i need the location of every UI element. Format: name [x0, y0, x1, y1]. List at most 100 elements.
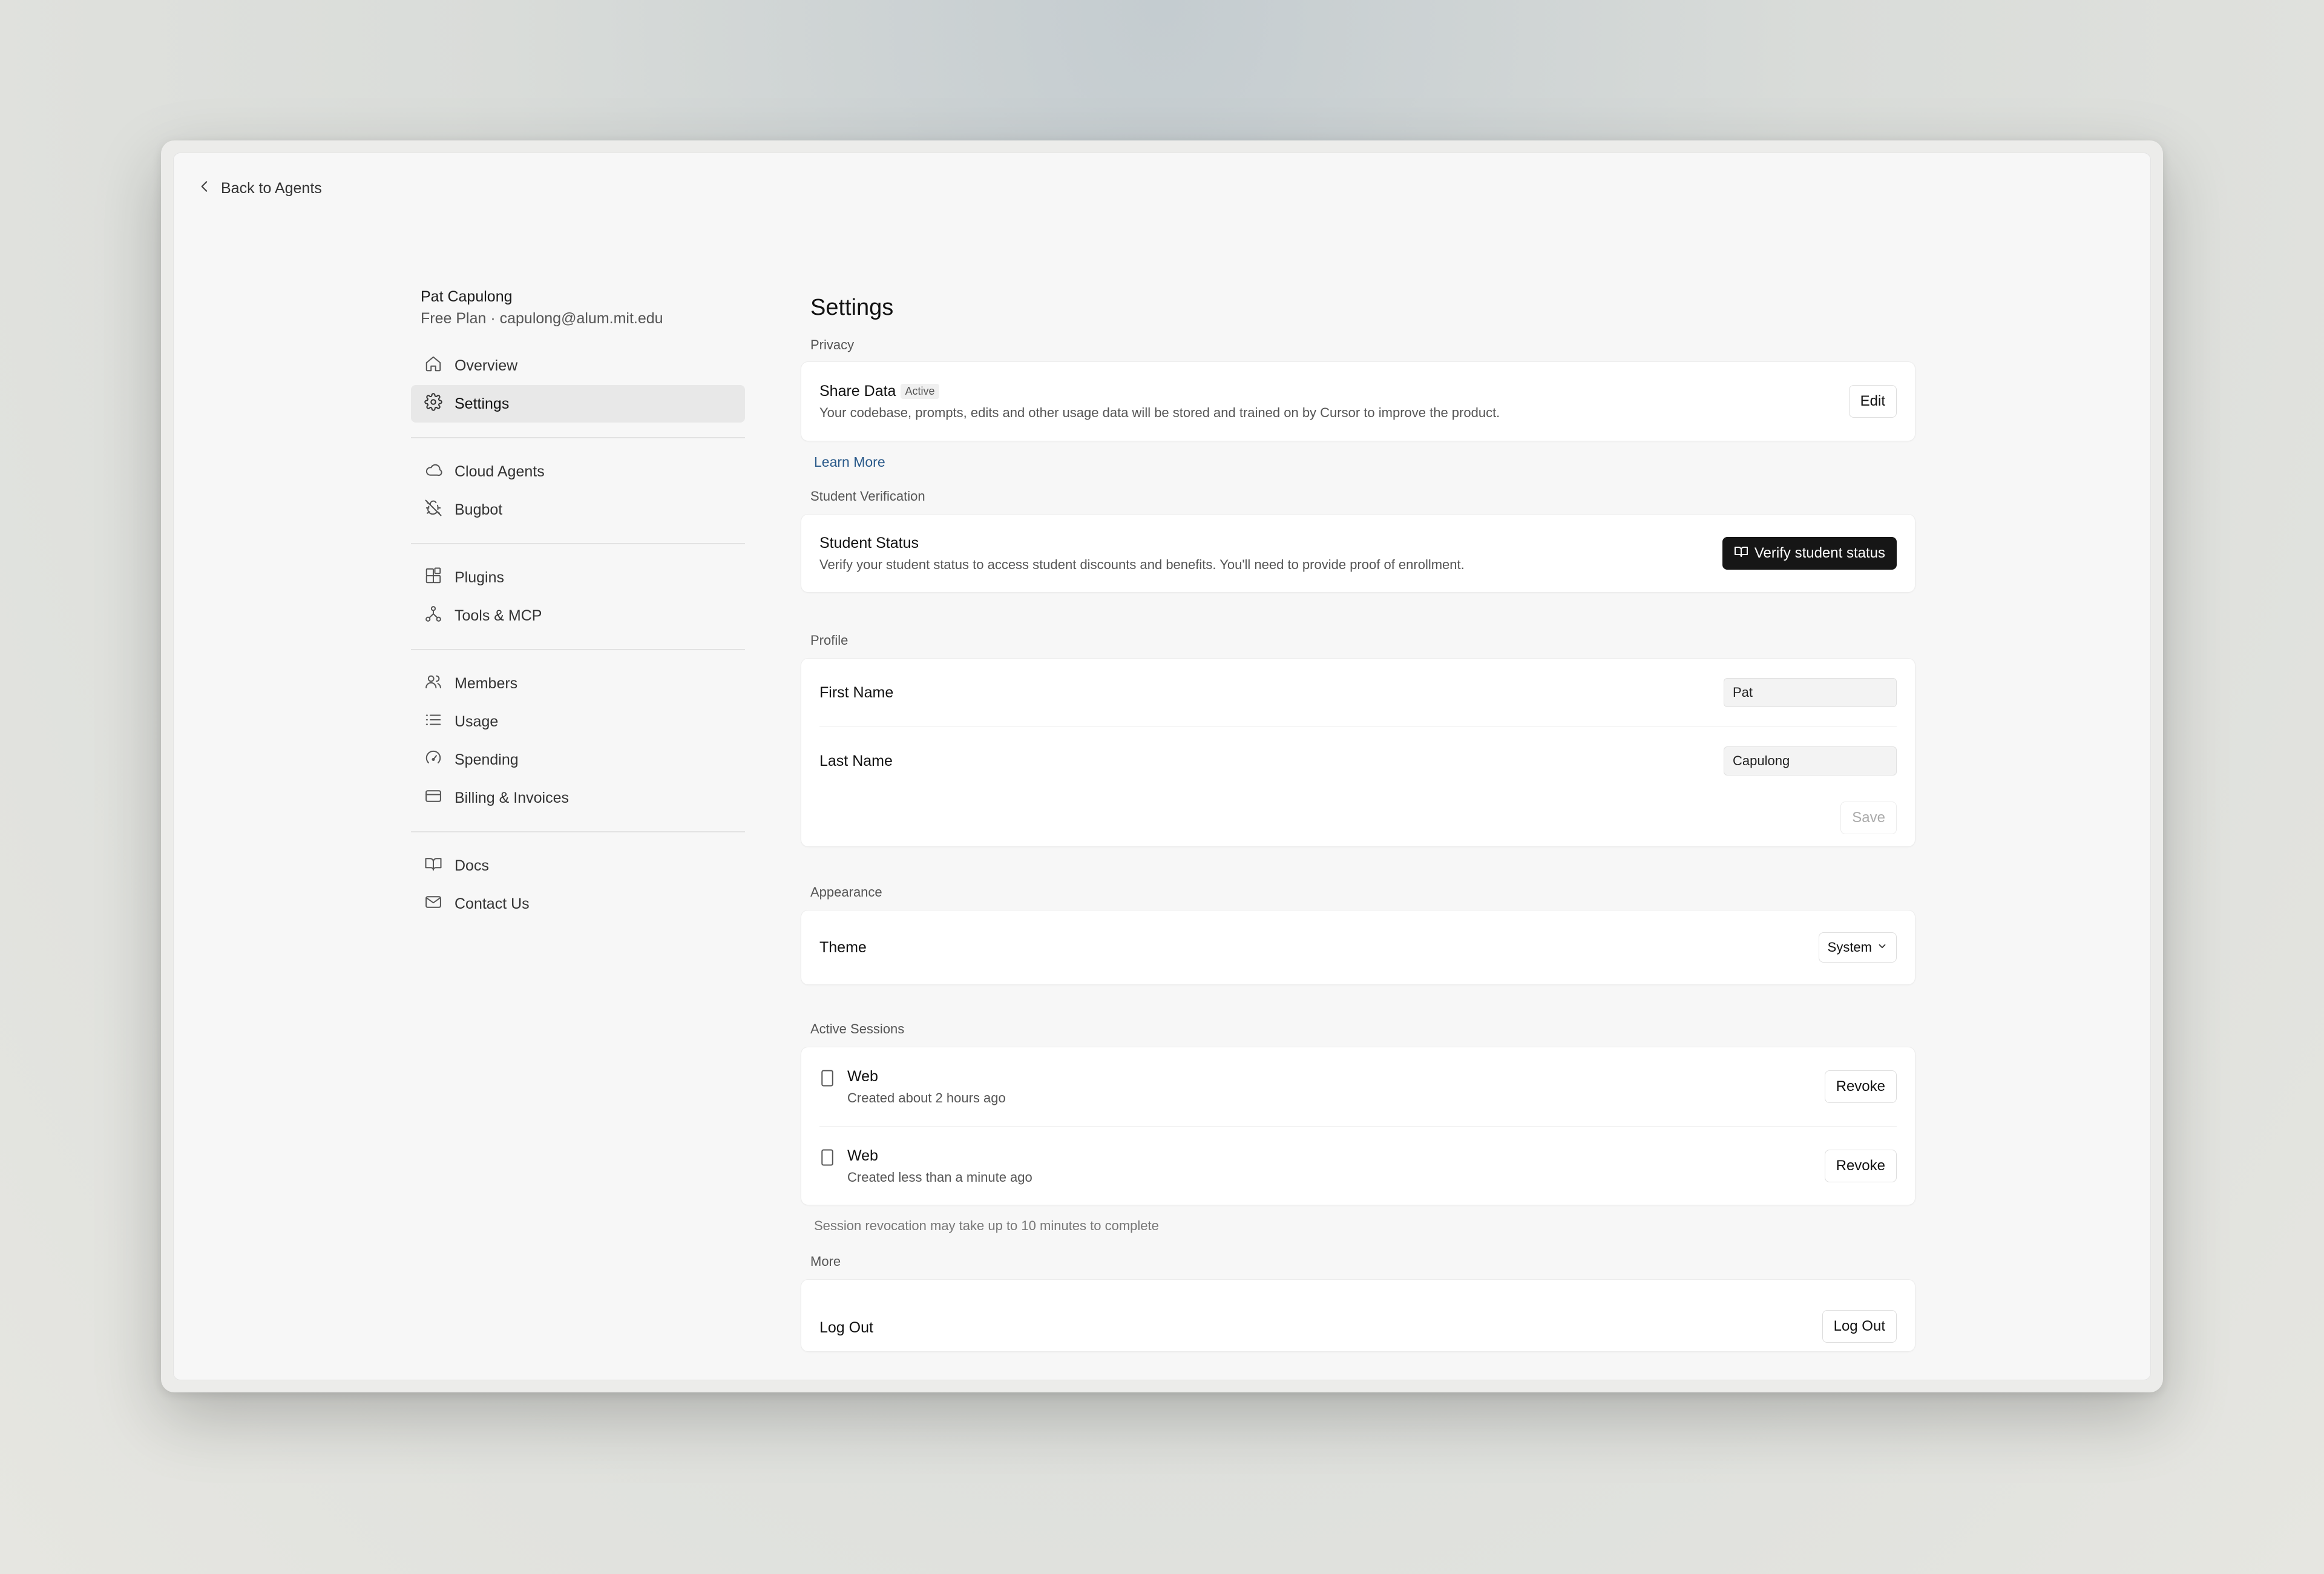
session-row: Web Created less than a minute ago Revok… [801, 1127, 1915, 1205]
session-name: Web [847, 1147, 878, 1164]
last-name-label: Last Name [819, 752, 893, 769]
first-name-input[interactable] [1724, 678, 1897, 707]
device-icon [819, 1068, 835, 1090]
cloud-icon [424, 461, 442, 483]
section-label-sessions: Active Sessions [810, 1021, 905, 1036]
gauge-icon [424, 749, 442, 771]
session-info: Web Created about 2 hours ago [819, 1068, 1006, 1106]
theme-row: Theme System [801, 910, 1915, 984]
sidebar-item-contact-us[interactable]: Contact Us [411, 885, 745, 923]
nav-group-help: Docs Contact Us [411, 847, 745, 923]
sidebar-item-tools-mcp[interactable]: Tools & MCP [411, 597, 745, 634]
sidebar-item-spending[interactable]: Spending [411, 741, 745, 779]
nav-divider [411, 437, 745, 438]
sidebar: Pat Capulong Free Plan · capulong@alum.m… [411, 286, 745, 923]
sidebar-item-usage[interactable]: Usage [411, 703, 745, 740]
credit-card-icon [424, 787, 442, 809]
session-info: Web Created less than a minute ago [819, 1147, 1032, 1185]
back-to-agents-link[interactable]: Back to Agents [197, 174, 322, 203]
section-label-student: Student Verification [810, 489, 925, 504]
blocks-icon [424, 567, 442, 589]
revoke-session-button[interactable]: Revoke [1824, 1070, 1897, 1103]
session-created: Created less than a minute ago [847, 1169, 1032, 1185]
sidebar-item-settings[interactable]: Settings [411, 385, 745, 423]
list-icon [424, 711, 442, 733]
session-name: Web [847, 1067, 878, 1085]
share-data-title-text: Share Data [819, 382, 896, 400]
chevron-left-icon [197, 179, 212, 199]
profile-card: First Name Last Name Save [801, 658, 1915, 847]
gear-icon [424, 392, 442, 415]
book-open-icon [1734, 544, 1748, 563]
verify-student-button[interactable]: Verify student status [1722, 537, 1897, 570]
nav-group-agents: Cloud Agents Bugbot [411, 453, 745, 529]
sidebar-item-docs[interactable]: Docs [411, 847, 745, 884]
revoke-session-button[interactable]: Revoke [1824, 1150, 1897, 1182]
sidebar-item-label: Settings [455, 395, 510, 412]
nav-group-billing: Members Usage Spending Billing & Invoice… [411, 665, 745, 817]
share-data-desc: Your codebase, prompts, edits and other … [819, 404, 1500, 420]
student-card: Student Status Verify your student statu… [801, 514, 1915, 593]
settings-window: Back to Agents Pat Capulong Free Plan · … [173, 153, 2151, 1380]
session-row: Web Created about 2 hours ago Revoke [801, 1047, 1915, 1126]
verify-student-label: Verify student status [1754, 545, 1885, 561]
nav-divider [411, 543, 745, 544]
sidebar-item-label: Bugbot [455, 501, 503, 518]
profile-actions-row: Save [801, 795, 1915, 841]
user-plan-email: Free Plan · capulong@alum.mit.edu [421, 310, 663, 327]
theme-select[interactable]: System [1818, 932, 1897, 963]
sidebar-item-label: Plugins [455, 568, 504, 586]
sidebar-item-label: Contact Us [455, 895, 530, 912]
mail-icon [424, 893, 442, 915]
last-name-input[interactable] [1724, 746, 1897, 775]
logout-button[interactable]: Log Out [1822, 1310, 1897, 1343]
section-label-more: More [810, 1254, 841, 1269]
save-button[interactable]: Save [1840, 802, 1897, 834]
nav-group-account: Overview Settings [411, 347, 745, 423]
settings-main: Settings Privacy Share Data Active Your c… [801, 286, 1915, 1352]
device-icon [819, 1147, 835, 1170]
sidebar-item-label: Overview [455, 357, 518, 374]
section-label-profile: Profile [810, 633, 849, 648]
logout-row: Log Out Log Out [801, 1280, 1915, 1346]
nav-group-integrations: Plugins Tools & MCP [411, 559, 745, 634]
privacy-card: Share Data Active Your codebase, prompts,… [801, 361, 1915, 441]
section-label-privacy: Privacy [810, 337, 855, 352]
student-status-title: Student Status [819, 534, 919, 552]
edit-share-data-button[interactable]: Edit [1848, 385, 1897, 418]
sidebar-item-label: Tools & MCP [455, 607, 542, 624]
sidebar-item-cloud-agents[interactable]: Cloud Agents [411, 453, 745, 490]
sessions-card: Web Created about 2 hours ago Revoke Web… [801, 1047, 1915, 1205]
home-icon [424, 355, 442, 377]
sidebar-item-label: Billing & Invoices [455, 789, 569, 806]
share-data-title: Share Data Active [819, 383, 1500, 400]
student-status-desc: Verify your student status to access stu… [819, 556, 1465, 572]
share-data-row: Share Data Active Your codebase, prompts,… [801, 362, 1915, 441]
status-badge: Active [901, 383, 939, 399]
user-name: Pat Capulong [421, 288, 513, 305]
chevron-down-icon [1877, 940, 1888, 955]
first-name-row: First Name [801, 659, 1915, 726]
first-name-label: First Name [819, 683, 894, 701]
theme-select-value: System [1827, 940, 1872, 955]
student-status-row: Student Status Verify your student statu… [801, 515, 1915, 592]
learn-more-link[interactable]: Learn More [801, 445, 1915, 479]
bug-off-icon [424, 499, 442, 521]
sidebar-item-label: Members [455, 674, 518, 692]
theme-label: Theme [819, 938, 867, 956]
more-card: Log Out Log Out [801, 1279, 1915, 1352]
network-icon [424, 605, 442, 627]
sidebar-item-plugins[interactable]: Plugins [411, 559, 745, 596]
sidebar-item-label: Usage [455, 713, 499, 730]
section-label-appearance: Appearance [810, 884, 882, 900]
sidebar-item-label: Spending [455, 751, 519, 768]
back-to-agents-label: Back to Agents [221, 179, 322, 197]
session-revocation-hint: Session revocation may take up to 10 min… [814, 1218, 1159, 1233]
sidebar-item-members[interactable]: Members [411, 665, 745, 702]
last-name-row: Last Name [801, 727, 1915, 795]
appearance-card: Theme System [801, 910, 1915, 985]
sidebar-item-overview[interactable]: Overview [411, 347, 745, 384]
sidebar-item-billing-invoices[interactable]: Billing & Invoices [411, 779, 745, 817]
sidebar-item-label: Docs [455, 857, 489, 874]
sidebar-item-bugbot[interactable]: Bugbot [411, 491, 745, 529]
